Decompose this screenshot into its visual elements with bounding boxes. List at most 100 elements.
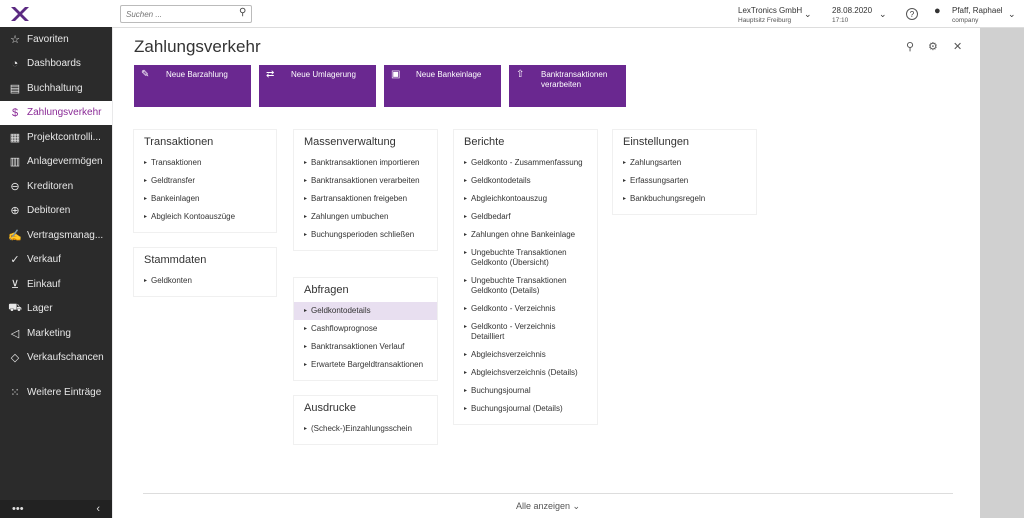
section-link[interactable]: Bankeinlagen: [144, 190, 266, 208]
sidebar-item[interactable]: ▤ Buchhaltung: [0, 76, 112, 101]
section-link[interactable]: Geldkonto - Zusammenfassung: [464, 154, 587, 172]
card-massenverwaltung: Massenverwaltung Banktransaktionen import…: [294, 130, 437, 250]
section-link[interactable]: Zahlungsarten: [623, 154, 746, 172]
sidebar-item[interactable]: ⊖ Kreditoren: [0, 174, 112, 199]
sidebar-item[interactable]: ⁙ Weitere Einträge: [0, 380, 112, 405]
section-link[interactable]: Buchungsjournal (Details): [464, 400, 587, 418]
sidebar-item-label: Verkaufschancen: [27, 352, 104, 364]
user-role: company: [952, 17, 979, 24]
section-link[interactable]: Geldtransfer: [144, 172, 266, 190]
card-transaktionen: TransaktionenTransaktionenGeldtransferBa…: [134, 130, 276, 232]
sidebar-footer: ••• ‹: [0, 500, 112, 518]
help-icon[interactable]: ?: [906, 8, 918, 20]
sidebar-item[interactable]: ▦ Projektcontrolli...: [0, 125, 112, 150]
sidebar-item[interactable]: ⊕ Debitoren: [0, 199, 112, 224]
section-link[interactable]: Erwartete Bargeldtransaktionen: [304, 356, 427, 374]
card-stammdaten: Stammdaten Geldkonten: [134, 248, 276, 296]
section-link[interactable]: (Scheck-)Einzahlungsschein: [304, 420, 427, 438]
sale-icon: ✓: [10, 254, 20, 267]
minus-circle-icon: ⊖: [10, 180, 20, 193]
date: 28.08.2020: [832, 6, 873, 15]
sidebar-item-label: Einkauf: [27, 278, 61, 290]
card-abfragen: Abfragen GeldkontodetailsCashflowprognose…: [294, 278, 437, 380]
section-link[interactable]: Geldbedarf: [464, 208, 587, 226]
sidebar-item[interactable]: ☆ Favoriten: [0, 27, 112, 52]
sidebar-item-label: Debitoren: [27, 205, 71, 217]
process-bank-transactions-tile[interactable]: ⇧ Banktransaktionen verarbeiten: [509, 65, 626, 107]
chevron-down-icon[interactable]: ⌄: [1008, 9, 1016, 20]
star-icon: ☆: [10, 33, 20, 46]
company-name: LexTronics GmbH: [738, 6, 803, 15]
section-title: Stammdaten: [144, 254, 207, 266]
section-link[interactable]: Banktransaktionen importieren: [304, 154, 427, 172]
section-link[interactable]: Ungebuchte Transaktionen Geldkonto (Über…: [464, 244, 587, 272]
section-link[interactable]: Banktransaktionen verarbeiten: [304, 172, 427, 190]
section-link[interactable]: Bankbuchungsregeln: [623, 190, 746, 208]
pin-icon[interactable]: ⚲: [906, 40, 914, 53]
user-icon: ●: [934, 5, 941, 17]
time: 17:10: [832, 17, 849, 24]
section-link[interactable]: Geldkonto - Verzeichnis Detailliert: [464, 318, 587, 346]
date-selector[interactable]: 28.08.2020 17:10: [832, 6, 872, 25]
show-all-button[interactable]: Alle anzeigen ⌄: [143, 493, 953, 512]
more-icon[interactable]: •••: [12, 503, 24, 515]
section-link[interactable]: Ungebuchte Transaktionen Geldkonto (Deta…: [464, 272, 587, 300]
project-icon: ▦: [9, 131, 21, 144]
section-link[interactable]: Erfassungsarten: [623, 172, 746, 190]
tile-label: Neue Bankeinlage: [416, 70, 482, 79]
sidebar-item[interactable]: ◁ Marketing: [0, 321, 112, 346]
sidebar-item[interactable]: ⊻ Einkauf: [0, 272, 112, 297]
sidebar-item[interactable]: ✍ Vertragsmanag...: [0, 223, 112, 248]
sidebar-item[interactable]: ⛟ Lager: [0, 297, 112, 322]
sidebar-item-label: Vertragsmanag...: [27, 229, 104, 241]
sidebar-item[interactable]: ✓ Verkauf: [0, 248, 112, 273]
section-link[interactable]: Geldkontodetails: [464, 172, 587, 190]
search-icon[interactable]: ⚲: [239, 7, 246, 18]
sidebar-item-label: Marketing: [27, 327, 71, 339]
section-link[interactable]: Abgleichkontoauszug: [464, 190, 587, 208]
new-transfer-tile[interactable]: ⇄ Neue Umlagerung: [259, 65, 376, 107]
chevron-down-icon[interactable]: ⌄: [804, 9, 812, 20]
search-input[interactable]: [120, 5, 252, 23]
gear-icon[interactable]: ⚙: [928, 40, 938, 53]
upload-icon: ⇧: [516, 69, 525, 80]
section-link[interactable]: Zahlungen umbuchen: [304, 208, 427, 226]
section-link[interactable]: Transaktionen: [144, 154, 266, 172]
section-link[interactable]: Geldkontodetails: [294, 302, 437, 320]
collapse-icon[interactable]: ‹: [96, 503, 100, 515]
section-link[interactable]: Abgleichsverzeichnis (Details): [464, 364, 587, 382]
tile-label: Banktransaktionen verarbeiten: [541, 70, 608, 89]
sidebar-item[interactable]: ◔ Dashboards: [0, 52, 112, 77]
building-icon: ▥: [9, 156, 21, 169]
megaphone-icon: ◁: [10, 327, 20, 340]
section-title: Einstellungen: [623, 136, 690, 148]
transfer-icon: ⇄: [266, 69, 275, 80]
section-link[interactable]: Abgleichsverzeichnis: [464, 346, 587, 364]
section-link[interactable]: Geldkonto - Verzeichnis: [464, 300, 587, 318]
chevron-down-icon[interactable]: ⌄: [879, 9, 887, 20]
section-link[interactable]: Geldkonten: [144, 272, 266, 290]
sidebar-item[interactable]: ▥ Anlagevermögen: [0, 150, 112, 175]
dollar-icon: $: [11, 106, 19, 119]
sidebar: ☆ Favoriten ◔ Dashboards ▤ Buchhaltung $ Zahlun…: [0, 0, 112, 518]
new-cash-payment-tile[interactable]: ✎ Neue Barzahlung: [134, 65, 251, 107]
company-selector[interactable]: LexTronics GmbH Hauptsitz Freiburg: [738, 6, 802, 25]
sidebar-item-label: Kreditoren: [27, 180, 74, 192]
section-link[interactable]: Abgleich Kontoauszüge: [144, 208, 266, 226]
sidebar-item[interactable]: ◇ Verkaufschancen: [0, 346, 112, 371]
section-link[interactable]: Banktransaktionen Verlauf: [304, 338, 427, 356]
section-link[interactable]: Bartransaktionen freigeben: [304, 190, 427, 208]
close-icon[interactable]: ✕: [953, 40, 962, 53]
new-bank-deposit-tile[interactable]: ▣ Neue Bankeinlage: [384, 65, 501, 107]
plus-circle-icon: ⊕: [10, 205, 20, 218]
section-link[interactable]: Zahlungen ohne Bankeinlage: [464, 226, 587, 244]
user-menu[interactable]: Pfaff, Raphael company: [952, 6, 1003, 25]
sidebar-item-label: Favoriten: [27, 33, 69, 45]
section-title: Abfragen: [304, 284, 349, 296]
section-title: Ausdrucke: [304, 402, 356, 414]
section-link[interactable]: Cashflowprognose: [304, 320, 427, 338]
sidebar-item[interactable]: $ Zahlungsverkehr: [0, 100, 112, 125]
section-link[interactable]: Buchungsperioden schließen: [304, 226, 427, 244]
logo[interactable]: [0, 0, 112, 27]
section-link[interactable]: Buchungsjournal: [464, 382, 587, 400]
